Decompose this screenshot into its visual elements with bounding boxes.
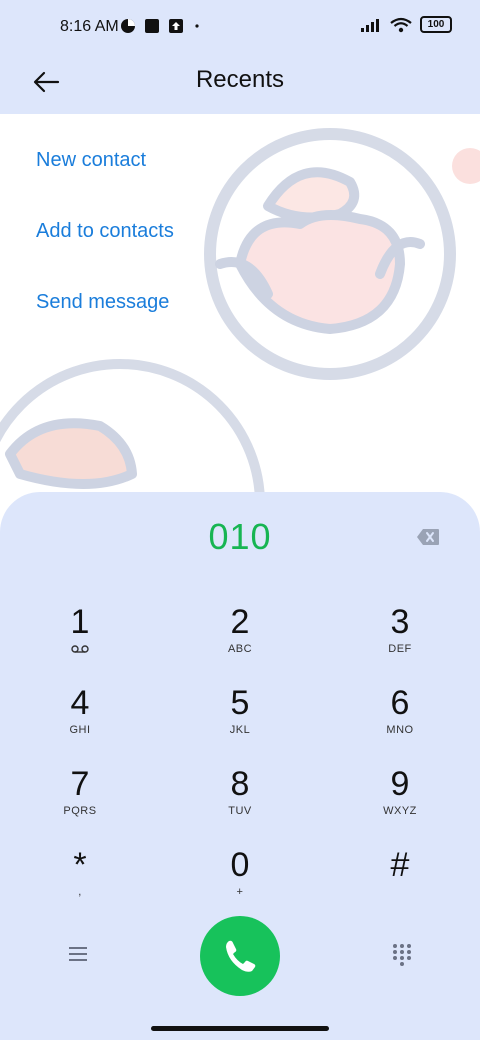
add-to-contacts-link[interactable]: Add to contacts [36, 211, 174, 282]
key-letters: GHI [69, 724, 91, 736]
key-hash[interactable]: # [320, 845, 480, 926]
key-letters: ABC [227, 643, 253, 655]
status-icons-right: 100 [360, 16, 452, 33]
send-message-link[interactable]: Send message [36, 282, 174, 353]
key-0[interactable]: 0 + [160, 845, 320, 926]
status-bar: 8:16 AM 100 [0, 0, 480, 56]
backspace-icon[interactable] [416, 528, 440, 546]
keypad: 1 2 ABC 3 DEF 4 GHI 5 JKL 6 MNO 7 PQRS 8 [0, 602, 480, 926]
key-digit: 2 [230, 603, 250, 641]
call-button[interactable] [200, 916, 280, 996]
key-digit: 4 [70, 684, 90, 722]
status-icons-left [120, 18, 202, 34]
key-digit: 3 [390, 603, 410, 641]
key-3[interactable]: 3 DEF [320, 602, 480, 683]
key-7[interactable]: 7 PQRS [0, 764, 160, 845]
key-digit: 0 [230, 846, 250, 884]
phone-icon [226, 940, 256, 972]
keypad-grid-icon[interactable] [390, 942, 414, 966]
key-digit: * [73, 846, 87, 884]
key-8[interactable]: 8 TUV [160, 764, 320, 845]
hamburger-menu-icon[interactable] [66, 942, 90, 966]
key-letters: WXYZ [383, 805, 417, 817]
key-letters: MNO [386, 724, 414, 736]
key-9[interactable]: 9 WXYZ [320, 764, 480, 845]
key-letters: DEF [388, 643, 412, 655]
action-menu: New contact Add to contacts Send message [36, 140, 174, 353]
key-digit: 7 [70, 765, 90, 803]
key-letters: , [78, 886, 82, 898]
wifi-icon [390, 17, 412, 32]
new-contact-link[interactable]: New contact [36, 140, 174, 211]
key-letters: JKL [229, 724, 251, 736]
key-2[interactable]: 2 ABC [160, 602, 320, 683]
key-letters: + [236, 886, 244, 898]
key-5[interactable]: 5 JKL [160, 683, 320, 764]
key-star[interactable]: * , [0, 845, 160, 926]
header: Recents [0, 56, 480, 114]
dialpad-panel: 010 1 2 ABC 3 DEF 4 GHI 5 JKL 6 MNO 7 PQ… [0, 492, 480, 1040]
key-digit: # [390, 846, 410, 884]
key-digit: 1 [70, 603, 90, 641]
key-6[interactable]: 6 MNO [320, 683, 480, 764]
dot-icon [195, 24, 199, 28]
key-1[interactable]: 1 [0, 602, 160, 683]
voicemail-icon [71, 645, 89, 653]
key-letters: PQRS [63, 805, 97, 817]
key-digit: 9 [390, 765, 410, 803]
status-time: 8:16 AM [60, 18, 119, 35]
key-digit: 6 [390, 684, 410, 722]
key-digit: 5 [230, 684, 250, 722]
home-indicator[interactable] [151, 1026, 329, 1031]
key-letters: TUV [228, 805, 252, 817]
battery-icon: 100 [420, 16, 452, 33]
game-icon [121, 19, 135, 33]
dialed-number: 010 [208, 516, 272, 557]
page-title: Recents [195, 66, 285, 93]
dialer-bottom-row [0, 916, 480, 996]
signal-icon [361, 18, 379, 32]
key-4[interactable]: 4 GHI [0, 683, 160, 764]
key-digit: 8 [230, 765, 250, 803]
square-notification-icon [145, 19, 159, 33]
upload-icon [169, 19, 183, 33]
